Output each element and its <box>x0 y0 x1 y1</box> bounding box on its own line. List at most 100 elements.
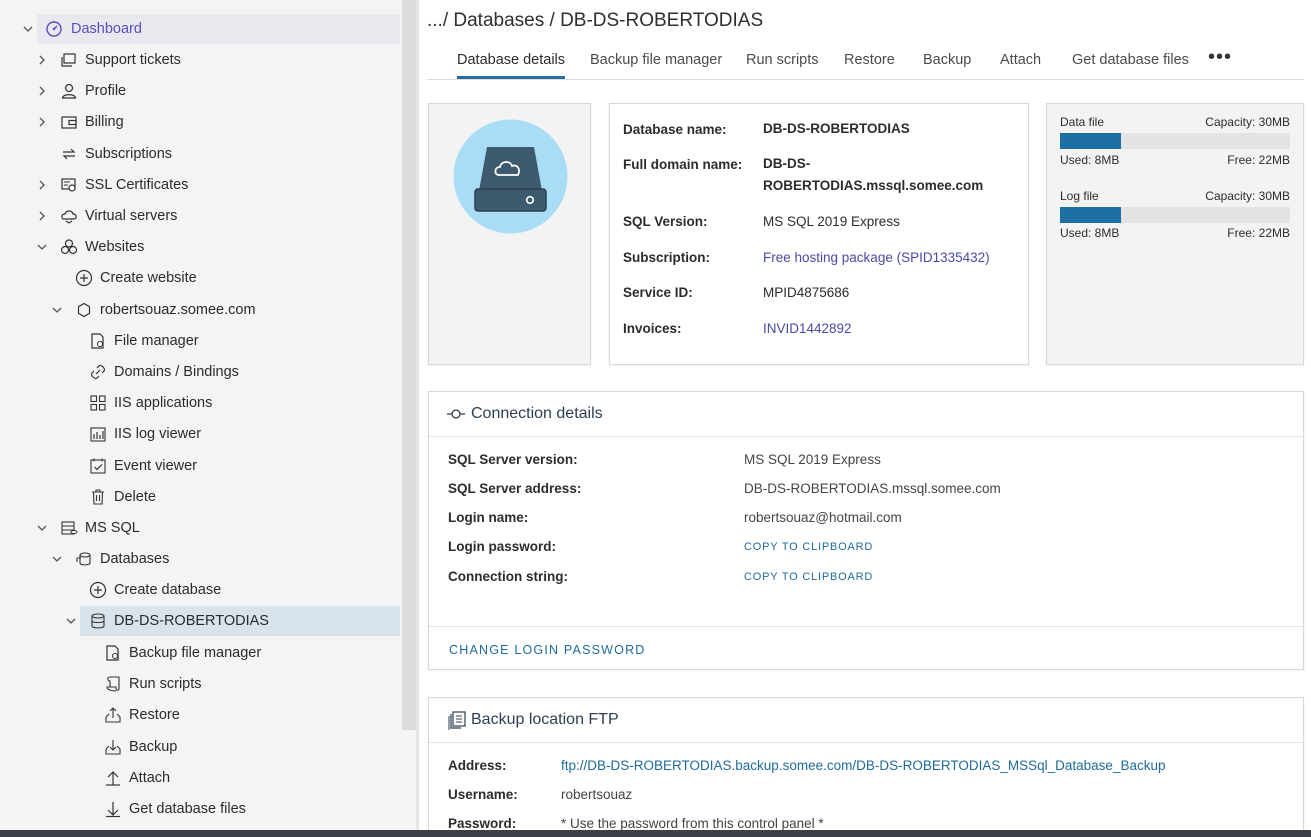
sidebar-item-event-viewer[interactable]: Event viewer <box>0 451 400 481</box>
sidebar-item-dashboard[interactable]: Dashboard <box>23 14 400 44</box>
script-icon <box>104 675 122 693</box>
tab-backup-file-manager[interactable]: Backup file manager <box>590 52 722 76</box>
sidebar-item-domains-bindings[interactable]: Domains / Bindings <box>0 357 400 387</box>
sidebar-item-file-manager[interactable]: File manager <box>0 326 400 356</box>
chevron-down-icon[interactable] <box>35 521 49 535</box>
sidebar-item-label: Domains / Bindings <box>114 364 239 380</box>
connection-string-label: Connection string: <box>448 569 568 584</box>
trash-icon <box>89 488 107 506</box>
backup-ftp-header: Backup location FTP <box>429 698 1303 743</box>
sidebar-item-get-database-files[interactable]: Get database files <box>0 794 400 824</box>
hexagon-icon <box>75 301 93 319</box>
websites-icon <box>60 238 78 256</box>
sidebar-item-ssl-certificates[interactable]: SSL Certificates <box>0 170 400 200</box>
breadcrumb[interactable]: .../ Databases / DB-DS-ROBERTODIAS <box>427 10 763 32</box>
database-icon <box>89 612 107 630</box>
sidebar-item-db-selected[interactable]: DB-DS-ROBERTODIAS <box>66 606 400 636</box>
database-icon-card <box>428 103 591 365</box>
user-icon <box>60 82 78 100</box>
sidebar-item-create-website[interactable]: Create website <box>0 263 400 293</box>
chevron-right-icon[interactable] <box>35 178 49 192</box>
sidebar-item-websites[interactable]: Websites <box>0 232 400 262</box>
service-id-label: Service ID: <box>623 285 693 300</box>
sidebar-item-profile[interactable]: Profile <box>0 76 400 106</box>
backup-ftp-title: Backup location FTP <box>471 711 619 728</box>
tab-restore[interactable]: Restore <box>844 52 895 76</box>
link-icon <box>89 363 107 381</box>
sidebar-item-label: Billing <box>85 114 124 130</box>
data-file-progress <box>1060 133 1290 149</box>
chevron-down-icon[interactable] <box>50 303 64 317</box>
chevron-right-icon[interactable] <box>35 115 49 129</box>
restore-icon <box>104 706 122 724</box>
invoices-link[interactable]: INVID1442892 <box>763 321 852 336</box>
chevron-right-icon[interactable] <box>35 84 49 98</box>
backup-icon <box>104 738 122 756</box>
file-gear-icon <box>89 332 107 350</box>
log-file-title: Log file <box>1060 189 1099 203</box>
sidebar-item-label: Get database files <box>129 801 246 817</box>
server-address-value: DB-DS-ROBERTODIAS.mssql.somee.com <box>744 481 1001 496</box>
data-file-progress-fill <box>1060 133 1122 149</box>
sidebar-item-virtual-servers[interactable]: Virtual servers <box>0 201 400 231</box>
sidebar-item-label: File manager <box>114 333 199 349</box>
fqdn-label: Full domain name: <box>623 157 743 172</box>
sidebar-item-databases[interactable]: Databases <box>0 544 400 574</box>
sidebar-item-label: Run scripts <box>129 676 202 692</box>
chevron-down-icon[interactable] <box>21 22 35 36</box>
sidebar-item-iis-applications[interactable]: IIS applications <box>0 388 400 418</box>
sidebar-item-billing[interactable]: Billing <box>0 107 400 137</box>
more-options-icon[interactable]: ••• <box>1208 46 1232 69</box>
log-file-used: Used: 8MB <box>1060 226 1120 240</box>
arrow-up-icon <box>104 769 122 787</box>
fqdn-value-line2: ROBERTODIAS.mssql.somee.com <box>763 178 984 193</box>
sidebar-item-create-database[interactable]: Create database <box>0 575 400 605</box>
arrow-down-icon <box>104 800 122 818</box>
sidebar-item-label: Dashboard <box>71 21 142 37</box>
sidebar-item-backup-file-manager[interactable]: Backup file manager <box>0 638 400 668</box>
log-file-free: Free: 22MB <box>1227 226 1290 240</box>
chevron-down-icon[interactable] <box>50 552 64 566</box>
log-file-capacity: Capacity: 30MB <box>1205 189 1290 203</box>
ftp-address-link[interactable]: ftp://DB-DS-ROBERTODIAS.backup.somee.com… <box>561 758 1165 773</box>
sidebar-item-site[interactable]: robertsouaz.somee.com <box>0 295 400 325</box>
plus-circle-icon <box>89 581 107 599</box>
taskbar-edge <box>0 830 1311 837</box>
sidebar-item-ms-sql[interactable]: MS SQL <box>0 513 400 543</box>
tab-attach[interactable]: Attach <box>1000 52 1041 76</box>
sidebar-item-restore[interactable]: Restore <box>0 700 400 730</box>
chevron-right-icon[interactable] <box>35 209 49 223</box>
chevron-down-icon[interactable] <box>35 240 49 254</box>
copy-connection-string-button[interactable]: COPY TO CLIPBOARD <box>744 571 873 583</box>
sidebar-item-label: Virtual servers <box>85 208 178 224</box>
sidebar-item-delete[interactable]: Delete <box>0 482 400 512</box>
subscription-link[interactable]: Free hosting package (SPID1335432) <box>763 250 990 265</box>
chevron-right-icon[interactable] <box>35 53 49 67</box>
sidebar-item-label: IIS applications <box>114 395 213 411</box>
tab-backup[interactable]: Backup <box>923 52 971 76</box>
sidebar-scrollbar[interactable] <box>402 0 416 730</box>
data-file-free: Free: 22MB <box>1227 153 1290 167</box>
db-name-value: DB-DS-ROBERTODIAS <box>763 121 910 136</box>
sidebar-item-iis-log-viewer[interactable]: IIS log viewer <box>0 419 400 449</box>
copy-password-button[interactable]: COPY TO CLIPBOARD <box>744 541 873 553</box>
sidebar-item-support-tickets[interactable]: Support tickets <box>0 45 400 75</box>
server-address-label: SQL Server address: <box>448 481 582 496</box>
tab-get-database-files[interactable]: Get database files <box>1072 52 1189 76</box>
change-login-password-button[interactable]: CHANGE LOGIN PASSWORD <box>449 643 646 657</box>
tab-database-details[interactable]: Database details <box>457 52 566 79</box>
sidebar-item-label: IIS log viewer <box>114 426 202 442</box>
sidebar-item-run-scripts[interactable]: Run scripts <box>0 669 400 699</box>
sidebar-item-backup[interactable]: Backup <box>0 732 400 762</box>
ftp-username-label: Username: <box>448 787 518 802</box>
dashboard-icon <box>45 20 63 38</box>
sidebar-item-label: SSL Certificates <box>85 177 189 193</box>
tab-run-scripts[interactable]: Run scripts <box>746 52 819 76</box>
databases-icon <box>75 550 93 568</box>
sidebar-item-attach[interactable]: Attach <box>0 763 400 793</box>
chevron-down-icon[interactable] <box>64 614 78 628</box>
connection-details-title: Connection details <box>471 405 603 422</box>
sidebar-item-subscriptions[interactable]: Subscriptions <box>0 139 400 169</box>
grid-icon <box>89 394 107 412</box>
connection-details-card: Connection details SQL Server version: M… <box>428 391 1304 670</box>
